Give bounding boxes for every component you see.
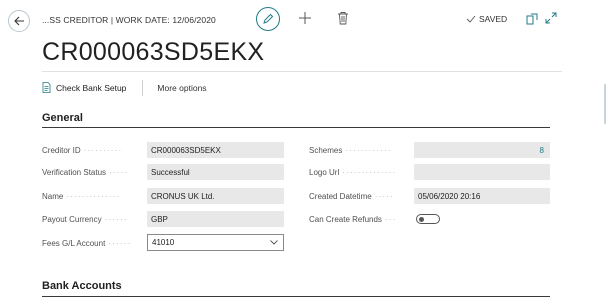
plus-icon[interactable]	[298, 11, 312, 25]
field-created-datetime: Created Datetime ·····	[309, 188, 394, 204]
action-separator	[142, 79, 144, 96]
breadcrumb: ...SS CREDITOR | WORK DATE: 12/06/2020	[42, 15, 216, 25]
document-icon	[42, 82, 51, 93]
page-title: CR000063SD5EKX	[42, 38, 265, 66]
back-button[interactable]	[8, 10, 30, 32]
field-label: Created Datetime ·····	[309, 191, 395, 201]
check-bank-setup-button[interactable]: Check Bank Setup	[42, 82, 126, 93]
more-options-button[interactable]: More options	[157, 83, 206, 93]
creditor-id-value[interactable]: CR000063SD5EKX	[147, 142, 284, 158]
verification-status-value[interactable]: Successful	[147, 164, 284, 180]
payout-currency-value[interactable]: GBP	[147, 211, 284, 227]
checkmark-icon	[466, 15, 476, 23]
pencil-icon	[263, 13, 274, 24]
chevron-down-icon	[270, 240, 278, 245]
trash-icon[interactable]	[337, 11, 349, 25]
field-verification-status: Verification Status ·····	[42, 164, 128, 180]
fees-gl-account-value: 41010	[152, 238, 175, 247]
field-label: Verification Status ·····	[42, 167, 129, 177]
can-create-refunds-toggle[interactable]	[416, 214, 440, 224]
toggle-knob	[419, 216, 424, 222]
field-label: Schemes ············	[309, 145, 392, 155]
expand-icon[interactable]	[545, 12, 557, 24]
section-divider	[42, 127, 550, 128]
field-label: Logo Url ··············	[309, 167, 397, 177]
field-fees-gl-account: Fees G/L Account ······	[42, 235, 131, 251]
schemes-value[interactable]: 8	[414, 142, 550, 158]
created-datetime-value[interactable]: 05/06/2020 20:16	[414, 188, 550, 204]
check-bank-setup-label: Check Bank Setup	[56, 82, 127, 93]
saved-status: SAVED	[466, 14, 507, 24]
saved-label: SAVED	[479, 14, 508, 24]
logo-url-value[interactable]	[414, 164, 550, 180]
field-label: Creditor ID ··········	[42, 145, 123, 155]
field-name: Name ··············	[42, 188, 120, 204]
popout-icon[interactable]	[526, 13, 538, 25]
section-divider	[42, 296, 550, 297]
field-creditor-id: Creditor ID ··········	[42, 142, 122, 158]
field-logo-url: Logo Url ··············	[309, 164, 396, 180]
section-title-bank-accounts[interactable]: Bank Accounts	[42, 280, 122, 292]
field-label: Name ··············	[42, 191, 121, 201]
section-title-general[interactable]: General	[42, 112, 83, 124]
action-bar: Check Bank Setup More options	[42, 71, 562, 103]
field-label: Can Create Refunds ···	[309, 214, 397, 224]
field-label: Payout Currency ······	[42, 214, 128, 224]
edit-button[interactable]	[256, 7, 280, 31]
field-payout-currency: Payout Currency ······	[42, 211, 128, 227]
field-label: Fees G/L Account ······	[42, 238, 132, 248]
field-schemes: Schemes ············	[309, 142, 392, 158]
field-can-create-refunds: Can Create Refunds ···	[309, 211, 397, 227]
fees-gl-account-select[interactable]: 41010	[147, 234, 284, 251]
back-arrow-icon	[14, 16, 24, 26]
name-value[interactable]: CRONUS UK Ltd.	[147, 188, 284, 204]
